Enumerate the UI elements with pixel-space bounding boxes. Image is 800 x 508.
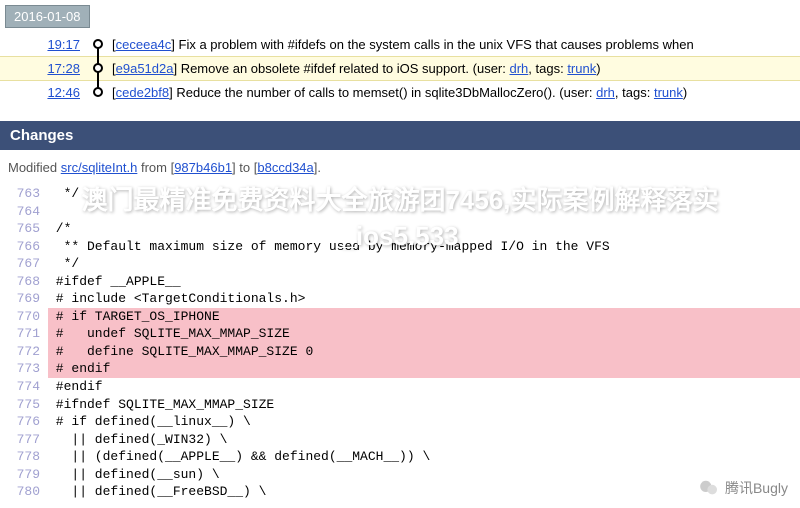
code-line: 780 || defined(__FreeBSD__) \ (0, 483, 800, 501)
wechat-icon (699, 480, 719, 496)
code-line: 767 */ (0, 255, 800, 273)
line-number: 769 (0, 290, 48, 308)
line-number: 764 (0, 203, 48, 221)
line-content: # endif (48, 360, 800, 378)
line-number: 766 (0, 238, 48, 256)
date-tag: 2016-01-08 (5, 5, 90, 28)
watermark: 腾讯Bugly (699, 478, 788, 498)
modified-prefix: Modified (8, 160, 61, 175)
line-content: #endif (48, 378, 800, 396)
timeline-row: 17:28 [e9a51d2a] Remove an obsolete #ifde… (0, 56, 800, 81)
tag-link[interactable]: trunk (654, 85, 683, 100)
modified-to-link[interactable]: b8ccd34a (257, 160, 313, 175)
code-line: 768 #ifdef __APPLE__ (0, 273, 800, 291)
changes-header: Changes (0, 121, 800, 150)
line-content: # undef SQLITE_MAX_MMAP_SIZE (48, 325, 800, 343)
code-line: 773 # endif (0, 360, 800, 378)
line-number: 779 (0, 466, 48, 484)
tag-link[interactable]: trunk (567, 61, 596, 76)
line-content: || defined(__sun) \ (48, 466, 800, 484)
line-content: || defined(__FreeBSD__) \ (48, 483, 800, 501)
timeline-graph (88, 85, 108, 97)
code-line: 775 #ifndef SQLITE_MAX_MMAP_SIZE (0, 396, 800, 414)
line-number: 780 (0, 483, 48, 501)
modified-suffix: ]. (314, 160, 321, 175)
code-line: 774 #endif (0, 378, 800, 396)
timeline: 19:17 [ceceea4c] Fix a problem with #ifde… (0, 28, 800, 109)
timeline-time-link[interactable]: 19:17 (47, 37, 80, 52)
line-number: 768 (0, 273, 48, 291)
line-content: || defined(_WIN32) \ (48, 431, 800, 449)
line-number: 772 (0, 343, 48, 361)
modified-file-link[interactable]: src/sqliteInt.h (61, 160, 138, 175)
timeline-graph (88, 37, 108, 49)
line-number: 771 (0, 325, 48, 343)
line-content: # if defined(__linux__) \ (48, 413, 800, 431)
timeline-text: [e9a51d2a] Remove an obsolete #ifdef rel… (108, 61, 800, 76)
line-number: 774 (0, 378, 48, 396)
timeline-time-link[interactable]: 17:28 (47, 61, 80, 76)
timeline-row: 19:17 [ceceea4c] Fix a problem with #ifde… (0, 33, 800, 56)
line-number: 765 (0, 220, 48, 238)
code-line: 770 # if TARGET_OS_IPHONE (0, 308, 800, 326)
timeline-text: [cede2bf8] Reduce the number of calls to… (108, 85, 800, 100)
line-content: # define SQLITE_MAX_MMAP_SIZE 0 (48, 343, 800, 361)
modified-mid: from (137, 160, 170, 175)
line-number: 767 (0, 255, 48, 273)
modified-from-link[interactable]: 987b46b1 (174, 160, 232, 175)
watermark-text: 腾讯Bugly (725, 478, 788, 498)
user-link[interactable]: drh (509, 61, 528, 76)
line-number: 778 (0, 448, 48, 466)
commit-hash-link[interactable]: cede2bf8 (116, 85, 170, 100)
timeline-row: 12:46 [cede2bf8] Reduce the number of cal… (0, 81, 800, 104)
code-line: 772 # define SQLITE_MAX_MMAP_SIZE 0 (0, 343, 800, 361)
code-line: 776 # if defined(__linux__) \ (0, 413, 800, 431)
code-line: 771 # undef SQLITE_MAX_MMAP_SIZE (0, 325, 800, 343)
line-number: 777 (0, 431, 48, 449)
overlay-banner: 澳门最精准免费资料大全旅游团7456,实际案例解释落实_ios5.533 (70, 182, 730, 255)
line-content: #ifndef SQLITE_MAX_MMAP_SIZE (48, 396, 800, 414)
line-number: 763 (0, 185, 48, 203)
line-number: 776 (0, 413, 48, 431)
line-number: 770 (0, 308, 48, 326)
modified-to-prefix: to (236, 160, 254, 175)
timeline-time-link[interactable]: 12:46 (47, 85, 80, 100)
diff-meta: Modified src/sqliteInt.h from [987b46b1]… (0, 150, 800, 185)
commit-hash-link[interactable]: e9a51d2a (116, 61, 174, 76)
line-number: 773 (0, 360, 48, 378)
code-line: 778 || (defined(__APPLE__) && defined(__… (0, 448, 800, 466)
line-content: || (defined(__APPLE__) && defined(__MACH… (48, 448, 800, 466)
line-content: */ (48, 255, 800, 273)
code-line: 779 || defined(__sun) \ (0, 466, 800, 484)
line-content: # include <TargetConditionals.h> (48, 290, 800, 308)
line-content: #ifdef __APPLE__ (48, 273, 800, 291)
code-line: 769 # include <TargetConditionals.h> (0, 290, 800, 308)
code-line: 777 || defined(_WIN32) \ (0, 431, 800, 449)
line-content: # if TARGET_OS_IPHONE (48, 308, 800, 326)
user-link[interactable]: drh (596, 85, 615, 100)
commit-hash-link[interactable]: ceceea4c (116, 37, 172, 52)
timeline-text: [ceceea4c] Fix a problem with #ifdefs on… (108, 37, 800, 52)
line-number: 775 (0, 396, 48, 414)
timeline-graph (88, 61, 108, 73)
